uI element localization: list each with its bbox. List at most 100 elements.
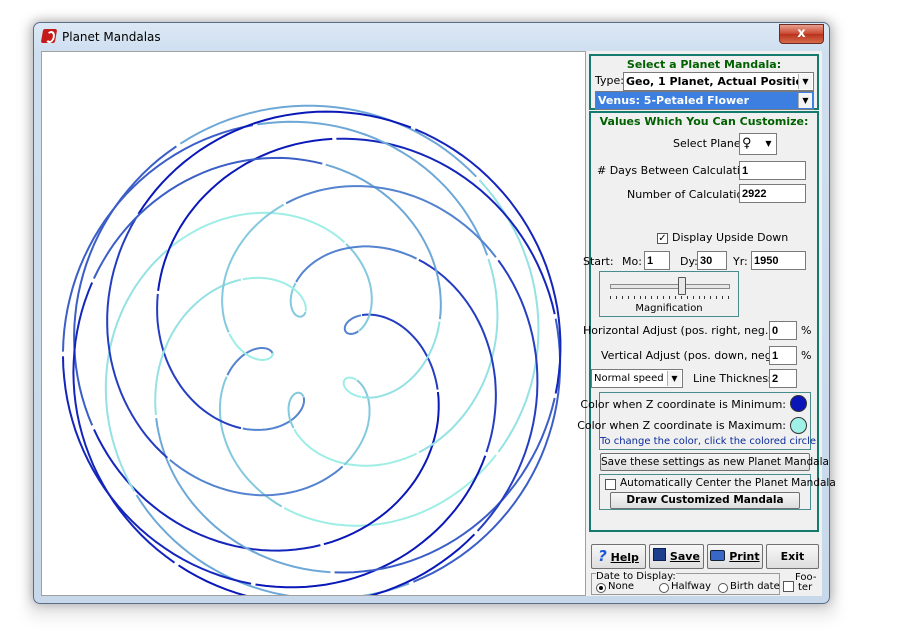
mandala-path-segment xyxy=(73,145,177,426)
tick-mark xyxy=(610,296,611,299)
v-adjust-input[interactable] xyxy=(769,346,797,365)
color-min-circle[interactable] xyxy=(790,395,807,412)
mandala-path-segment xyxy=(72,282,176,564)
mandala-drawing xyxy=(62,104,562,606)
days-input[interactable] xyxy=(739,161,806,180)
year-input[interactable] xyxy=(751,251,806,270)
save-label: Save xyxy=(669,550,700,563)
v-adjust-label: Vertical Adjust (pos. down, neg. up) xyxy=(601,349,797,362)
draw-mandala-button[interactable]: Draw Customized Mandala xyxy=(610,492,800,509)
date-birth-radio[interactable] xyxy=(718,583,728,593)
mandala-path-segment xyxy=(414,128,562,394)
magnification-group: Magnification xyxy=(599,271,739,317)
mandala-path-segment xyxy=(345,243,373,332)
mandala-path-segment xyxy=(242,397,305,431)
save-button[interactable]: Save xyxy=(649,544,704,569)
type-label: Type: xyxy=(595,74,624,87)
color-group: Color when Z coordinate is Minimum: Colo… xyxy=(577,392,817,450)
date-halfway-radio[interactable] xyxy=(659,583,669,593)
date-none-label: None xyxy=(608,581,635,592)
tick-mark xyxy=(698,296,700,299)
select-planet-label: Select Planet: xyxy=(673,137,749,150)
customize-header: Values Which You Can Customize: xyxy=(599,115,809,128)
mandala-path-segment xyxy=(137,110,412,215)
tick-mark xyxy=(669,296,670,299)
color-max-circle[interactable] xyxy=(790,417,807,434)
tick-mark xyxy=(680,296,682,299)
h-percent: % xyxy=(801,324,812,337)
client-area: Select a Planet Mandala: Type: Geo, 1 Pl… xyxy=(41,51,836,606)
mandala-path-segment xyxy=(221,203,285,333)
footer-label-line2: ter xyxy=(798,582,813,593)
draw-group: Automatically Center the Planet Mandala … xyxy=(599,474,836,510)
mandala-path-segment xyxy=(478,179,540,453)
color-hint: To change the color, click the colored c… xyxy=(600,436,817,447)
mandala-path-segment xyxy=(295,245,418,283)
tick-mark xyxy=(621,296,623,299)
print-label: Print xyxy=(729,550,760,563)
auto-center-label: Automatically Center the Planet Mandala xyxy=(620,477,836,489)
help-question-icon: ? xyxy=(598,547,607,565)
exit-button[interactable]: Exit xyxy=(766,544,819,569)
mandala-path-segment xyxy=(106,217,168,459)
floppy-disk-icon xyxy=(653,548,667,561)
dy-label: Dy: xyxy=(680,255,698,268)
mandala-path-segment xyxy=(285,185,497,258)
close-button[interactable]: x xyxy=(779,24,824,44)
magnification-thumb[interactable] xyxy=(677,277,686,295)
tick-mark xyxy=(627,296,629,299)
mandala-select[interactable]: Venus: 5-Petaled Flower ▼ xyxy=(595,91,814,110)
mandala-path-segment xyxy=(283,454,497,527)
save-settings-button[interactable]: Save these settings as new Planet Mandal… xyxy=(600,453,829,471)
type-select-value: Geo, 1 Planet, Actual Position xyxy=(626,75,811,88)
help-button[interactable]: ? Help xyxy=(591,544,646,569)
thickness-input[interactable] xyxy=(769,369,797,388)
app-logo-icon xyxy=(40,29,58,43)
speed-select-value: Normal speed xyxy=(594,373,664,384)
select-mandala-panel: Select a Planet Mandala: Type: Geo, 1 Pl… xyxy=(589,54,819,110)
mandala-path-segment xyxy=(343,379,371,466)
thickness-label: Line Thickness: xyxy=(693,372,778,385)
select-mandala-header: Select a Planet Mandala: xyxy=(626,58,782,71)
main-window: Planet Mandalas x Select a Planet Mandal… xyxy=(33,22,836,606)
month-input[interactable] xyxy=(644,251,670,270)
type-select[interactable]: Geo, 1 Planet, Actual Position ▼ xyxy=(623,72,814,91)
tick-mark xyxy=(716,296,718,299)
color-max-label: Color when Z coordinate is Maximum: xyxy=(577,419,786,432)
mandala-path-segment xyxy=(135,494,410,600)
print-button[interactable]: Print xyxy=(707,544,763,569)
window-title: Planet Mandalas xyxy=(62,30,161,44)
upside-down-checkbox[interactable]: ✓ xyxy=(657,233,668,244)
mandala-path-segment xyxy=(218,376,283,508)
date-none-radio[interactable] xyxy=(596,583,606,593)
day-input[interactable] xyxy=(697,251,727,270)
auto-center-checkbox[interactable] xyxy=(605,479,616,490)
magnification-label: Magnification xyxy=(635,303,703,314)
mandala-select-value: Venus: 5-Petaled Flower xyxy=(598,94,750,107)
yr-label: Yr: xyxy=(733,255,748,268)
h-adjust-input[interactable] xyxy=(769,321,797,340)
speed-select[interactable]: Normal speed ▼ xyxy=(591,369,683,388)
calc-input[interactable] xyxy=(739,184,806,203)
tick-mark xyxy=(657,296,659,299)
chevron-down-icon: ▼ xyxy=(798,74,812,89)
mandala-path-segment xyxy=(156,293,242,430)
mandala-path-segment xyxy=(336,137,556,315)
tick-mark xyxy=(704,296,706,299)
chevron-down-icon: ▼ xyxy=(798,93,812,108)
mandala-path-segment xyxy=(361,313,439,390)
color-min-label: Color when Z coordinate is Minimum: xyxy=(580,398,786,411)
planet-select[interactable]: ♀ ▼ xyxy=(739,133,777,155)
tick-mark xyxy=(639,296,641,299)
magnification-ticks xyxy=(610,296,730,300)
tick-mark xyxy=(645,296,647,299)
mandala-path-segment xyxy=(226,347,274,376)
mo-label: Mo: xyxy=(622,255,642,268)
magnification-track[interactable] xyxy=(610,284,730,289)
tick-mark xyxy=(663,296,665,299)
mandala-path-segment xyxy=(228,333,274,361)
mandala-path-segment xyxy=(418,258,499,454)
mandala-path-segment xyxy=(169,459,344,497)
footer-checkbox[interactable] xyxy=(783,581,794,592)
tick-mark xyxy=(692,296,694,299)
